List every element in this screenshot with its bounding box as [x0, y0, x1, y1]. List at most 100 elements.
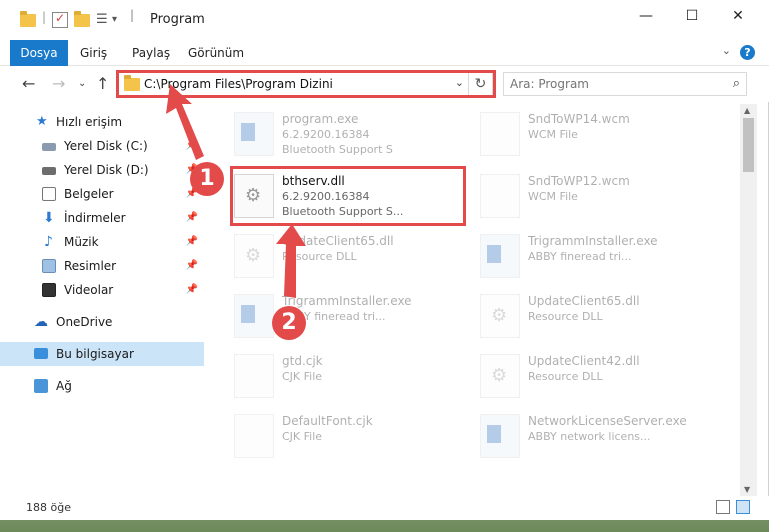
chevron-down-icon[interactable]: ▾	[112, 14, 128, 30]
file-item[interactable]: SndToWP14.wcm WCM File	[480, 106, 720, 162]
properties-icon[interactable]: ✓	[52, 11, 68, 28]
tab-share[interactable]: Paylaş	[122, 40, 180, 66]
details-view-icon[interactable]	[716, 500, 730, 514]
download-arrow-icon: ⬇	[43, 210, 55, 226]
close-button[interactable]: ✕	[715, 0, 761, 32]
exe-file-icon	[234, 112, 274, 156]
sidebar-item-label: Hızlı erişim	[56, 115, 123, 129]
file-item[interactable]: program.exe 6.2.9200.16384 Bluetooth Sup…	[234, 106, 474, 162]
status-bar: 188 öğe	[0, 496, 769, 520]
file-description: Bluetooth Support S	[282, 143, 393, 156]
sidebar-item-pictures[interactable]: Resimler 📌	[0, 254, 204, 278]
exe-file-icon	[234, 294, 274, 338]
sidebar-item-documents[interactable]: Belgeler 📌	[0, 182, 204, 206]
file-name: program.exe	[282, 112, 359, 126]
scroll-down-icon[interactable]: ▼	[744, 485, 750, 494]
file-type: ABBY fineread tri...	[528, 250, 632, 263]
sidebar-item-label: OneDrive	[56, 315, 113, 329]
sidebar-item-local-disk-c[interactable]: Yerel Disk (C:) 📌	[0, 134, 204, 158]
sidebar-item-quick-access[interactable]: ★ Hızlı erişim	[0, 110, 204, 134]
dll-gear-icon	[234, 234, 274, 278]
dll-gear-icon	[480, 294, 520, 338]
file-type: CJK File	[282, 430, 323, 443]
file-item[interactable]: NetworkLicenseServer.exe ABBY network li…	[480, 408, 720, 464]
pin-icon: 📌	[185, 260, 198, 271]
file-name: UpdateClient65.dll	[528, 294, 640, 308]
item-count: 188 öğe	[26, 501, 71, 514]
file-list: program.exe 6.2.9200.16384 Bluetooth Sup…	[210, 104, 740, 496]
sidebar-item-label: Yerel Disk (C:)	[64, 139, 148, 153]
document-icon	[42, 187, 56, 201]
file-item[interactable]: UpdateClient65.dll Resource DLL	[234, 228, 474, 284]
computer-icon	[34, 348, 48, 359]
folder-icon	[20, 11, 36, 28]
scroll-up-icon[interactable]: ▲	[744, 106, 750, 115]
expand-ribbon-icon[interactable]: ⌄	[722, 44, 731, 57]
minimize-button[interactable]: —	[623, 0, 669, 32]
sidebar-item-music[interactable]: ♪ Müzik 📌	[0, 230, 204, 254]
file-type: CJK File	[282, 370, 323, 383]
ribbon: Dosya Giriş Paylaş Görünüm ⌄ ?	[0, 40, 769, 96]
sidebar-item-downloads[interactable]: ⬇ İndirmeler 📌	[0, 206, 204, 230]
sidebar-item-this-pc[interactable]: Bu bilgisayar	[0, 342, 204, 366]
search-box[interactable]: ⌕	[503, 72, 747, 96]
sidebar-item-label: Ağ	[56, 379, 72, 393]
large-icons-view-icon[interactable]	[736, 500, 750, 514]
video-icon	[42, 283, 56, 297]
file-icon	[480, 174, 520, 218]
pin-icon: 📌	[185, 236, 198, 247]
file-item[interactable]: UpdateClient42.dll Resource DLL	[480, 348, 720, 404]
file-icon	[480, 112, 520, 156]
star-icon: ★	[36, 114, 48, 129]
file-item[interactable]: UpdateClient65.dll Resource DLL	[480, 288, 720, 344]
up-arrow-icon[interactable]: ↑	[96, 74, 109, 93]
back-arrow-icon[interactable]: ←	[22, 74, 35, 93]
separator: |	[130, 8, 135, 22]
search-icon[interactable]: ⌕	[733, 76, 740, 91]
file-name: NetworkLicenseServer.exe	[528, 414, 687, 428]
address-highlight-box	[116, 70, 496, 98]
search-input[interactable]	[510, 76, 710, 92]
file-type: Resource DLL	[528, 370, 603, 383]
file-item[interactable]: TrigrammInstaller.exe ABBY fineread tri.…	[234, 288, 474, 344]
customize-toolbar-icon[interactable]: ☰	[96, 12, 112, 28]
separator: |	[42, 10, 47, 24]
sidebar-item-label: Bu bilgisayar	[56, 347, 134, 361]
sidebar-item-network[interactable]: Ağ	[0, 374, 204, 398]
file-name: TrigrammInstaller.exe	[282, 294, 412, 308]
file-type: ABBY network licens...	[528, 430, 651, 443]
sidebar-item-label: Videolar	[64, 283, 114, 297]
pin-icon: 📌	[185, 284, 198, 295]
tab-home[interactable]: Giriş	[70, 40, 117, 66]
help-icon[interactable]: ?	[740, 45, 755, 60]
network-icon	[34, 379, 48, 393]
file-name: SndToWP14.wcm	[528, 112, 630, 126]
file-item[interactable]: TrigrammInstaller.exe ABBY fineread tri.…	[480, 228, 720, 284]
window-title: Program	[150, 12, 205, 27]
file-item[interactable]: DefaultFont.cjk CJK File	[234, 408, 474, 464]
exe-file-icon	[480, 414, 520, 458]
file-type: Resource DLL	[282, 250, 357, 263]
file-name: gtd.cjk	[282, 354, 323, 368]
file-item[interactable]: gtd.cjk CJK File	[234, 348, 474, 404]
cloud-icon: ☁	[34, 314, 48, 330]
drive-icon	[42, 167, 56, 175]
dll-gear-icon	[480, 354, 520, 398]
file-item[interactable]: SndToWP12.wcm WCM File	[480, 168, 720, 224]
sidebar-item-local-disk-d[interactable]: Yerel Disk (D:) 📌	[0, 158, 204, 182]
forward-arrow-icon[interactable]: →	[52, 74, 65, 93]
tab-view[interactable]: Görünüm	[178, 40, 254, 66]
sidebar-item-label: Resimler	[64, 259, 117, 273]
file-icon	[234, 354, 274, 398]
maximize-button[interactable]: ☐	[669, 0, 715, 32]
vertical-scrollbar[interactable]: ▲ ▼	[740, 104, 757, 496]
scroll-thumb[interactable]	[743, 118, 754, 172]
sidebar-item-onedrive[interactable]: ☁ OneDrive	[0, 310, 204, 334]
file-name: DefaultFont.cjk	[282, 414, 373, 428]
sidebar-item-label: Belgeler	[64, 187, 114, 201]
new-folder-icon[interactable]	[74, 11, 90, 28]
sidebar-item-videos[interactable]: Videolar 📌	[0, 278, 204, 302]
recent-locations-icon[interactable]: ⌄	[78, 78, 86, 89]
file-icon	[234, 414, 274, 458]
file-version: 6.2.9200.16384	[282, 128, 370, 141]
